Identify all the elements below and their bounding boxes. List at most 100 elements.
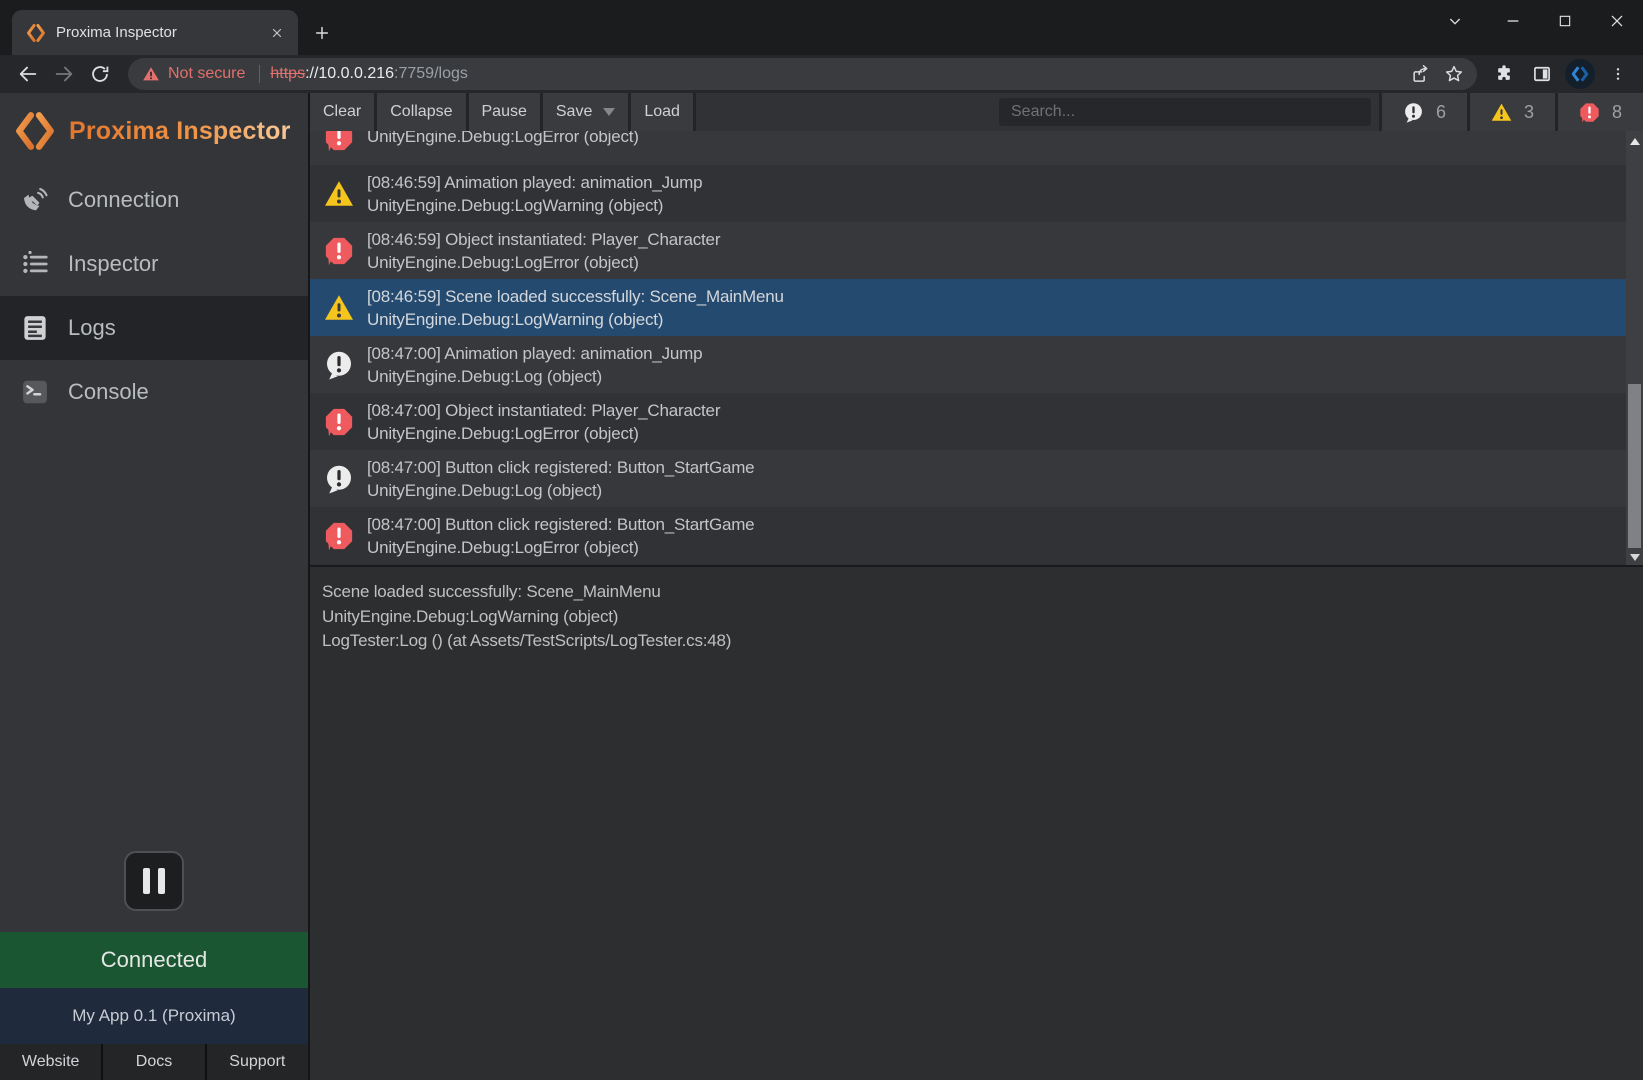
brand: Proxima Inspector — [0, 93, 308, 155]
log-detail-panel: Scene loaded successfully: Scene_MainMen… — [310, 565, 1643, 1080]
close-window-button[interactable] — [1591, 0, 1643, 42]
sidebar-nav: Connection Inspector Logs Console — [0, 168, 308, 424]
detail-line: Scene loaded successfully: Scene_MainMen… — [322, 580, 1631, 605]
browser-window: Proxima Inspector Not secure https://10.… — [0, 0, 1643, 1080]
forward-button[interactable] — [46, 58, 82, 90]
log-message: [08:46:59] Object instantiated: Player_C… — [367, 228, 720, 251]
save-dropdown-caret-icon[interactable] — [603, 108, 615, 116]
error-octagon-icon — [324, 131, 354, 152]
log-list: UnityEngine.Debug:LogError (object) [08:… — [310, 131, 1643, 565]
back-button[interactable] — [10, 58, 46, 90]
warning-triangle-icon — [324, 293, 354, 323]
profile-avatar[interactable] — [1563, 58, 1597, 90]
side-panel-button[interactable] — [1525, 58, 1559, 90]
log-stacktrace: UnityEngine.Debug:Log (object) — [367, 365, 702, 388]
search-input[interactable] — [999, 98, 1371, 126]
favicon-proxima-icon — [26, 23, 46, 43]
maximize-button[interactable] — [1539, 0, 1591, 42]
warning-triangle-icon — [324, 179, 354, 209]
detail-line: UnityEngine.Debug:LogWarning (object) — [322, 605, 1631, 630]
sidebar: Proxima Inspector Connection Inspector L… — [0, 93, 310, 1080]
tab-search-chevron-icon[interactable] — [1429, 0, 1481, 42]
url-text[interactable]: https://10.0.0.216:7759/logs — [270, 65, 1403, 83]
brand-name: Proxima Inspector — [69, 117, 291, 146]
log-entry[interactable]: [08:46:59] Scene loaded successfully: Sc… — [310, 279, 1643, 336]
reload-button[interactable] — [82, 58, 118, 90]
tab-title: Proxima Inspector — [56, 24, 256, 41]
log-entry[interactable]: [08:47:00] Button click registered: Butt… — [310, 507, 1643, 564]
log-stacktrace: UnityEngine.Debug:Log (object) — [367, 479, 754, 502]
info-bubble-icon — [1403, 102, 1424, 123]
sidebar-item-inspector[interactable]: Inspector — [0, 232, 308, 296]
toolbar-spacer — [696, 93, 1379, 131]
terminal-icon — [20, 377, 50, 407]
log-entry[interactable]: UnityEngine.Debug:LogError (object) — [310, 131, 1643, 165]
collapse-button[interactable]: Collapse — [377, 93, 468, 131]
app-content: Proxima Inspector Connection Inspector L… — [0, 93, 1643, 1080]
window-controls — [1429, 0, 1643, 42]
scroll-up-icon[interactable] — [1626, 133, 1643, 149]
url-scheme: https — [270, 65, 305, 82]
warning-triangle-icon — [1491, 102, 1512, 123]
sidebar-item-logs[interactable]: Logs — [0, 296, 308, 360]
log-entry[interactable]: [08:46:59] Object instantiated: Player_C… — [310, 222, 1643, 279]
log-entry[interactable]: [08:47:00] Animation played: animation_J… — [310, 336, 1643, 393]
log-stacktrace: UnityEngine.Debug:LogError (object) — [367, 131, 639, 148]
scrollbar[interactable] — [1626, 131, 1643, 565]
new-tab-button[interactable] — [308, 19, 336, 47]
logs-toolbar: Clear Collapse Pause Save Load 6 3 — [310, 93, 1643, 131]
log-entry[interactable]: [08:47:00] Object instantiated: Player_C… — [310, 393, 1643, 450]
browser-tab[interactable]: Proxima Inspector — [12, 10, 298, 55]
clear-button[interactable]: Clear — [310, 93, 377, 131]
address-bar[interactable]: Not secure https://10.0.0.216:7759/logs — [128, 58, 1477, 90]
log-message: [08:47:00] Animation played: animation_J… — [367, 342, 702, 365]
url-host: ://10.0.0.216 — [305, 65, 394, 82]
warning-count-toggle[interactable]: 3 — [1467, 93, 1555, 131]
satellite-dish-icon — [20, 185, 50, 215]
detail-line: LogTester:Log () (at Assets/TestScripts/… — [322, 629, 1631, 654]
app-info-bar: My App 0.1 (Proxima) — [0, 988, 308, 1044]
minimize-button[interactable] — [1487, 0, 1539, 42]
warning-count: 3 — [1524, 102, 1534, 123]
bookmark-star-button[interactable] — [1437, 59, 1471, 89]
pause-stream-button[interactable] — [124, 851, 184, 911]
log-stacktrace: UnityEngine.Debug:LogWarning (object) — [367, 308, 784, 331]
load-button[interactable]: Load — [631, 93, 696, 131]
sidebar-item-console[interactable]: Console — [0, 360, 308, 424]
log-message: [08:46:59] Scene loaded successfully: Sc… — [367, 285, 784, 308]
sidebar-footer: Website Docs Support — [0, 1044, 308, 1080]
not-secure-warning-icon — [142, 65, 160, 83]
sidebar-item-connection[interactable]: Connection — [0, 168, 308, 232]
tab-close-icon[interactable] — [266, 22, 288, 44]
info-count-toggle[interactable]: 6 — [1379, 93, 1467, 131]
log-stacktrace: UnityEngine.Debug:LogError (object) — [367, 251, 720, 274]
log-stacktrace: UnityEngine.Debug:LogWarning (object) — [367, 194, 702, 217]
log-stacktrace: UnityEngine.Debug:LogError (object) — [367, 422, 720, 445]
error-octagon-icon — [324, 521, 354, 551]
footer-link-docs[interactable]: Docs — [103, 1044, 204, 1080]
url-path: :7759/logs — [394, 65, 468, 82]
menu-kebab-icon[interactable] — [1601, 58, 1635, 90]
log-entry[interactable]: [08:46:59] Animation played: animation_J… — [310, 165, 1643, 222]
status-text: Connected — [101, 947, 207, 973]
error-count-toggle[interactable]: 8 — [1555, 93, 1643, 131]
info-bubble-icon — [324, 350, 354, 380]
log-message: [08:47:00] Object instantiated: Player_C… — [367, 399, 720, 422]
scroll-down-icon[interactable] — [1626, 549, 1643, 565]
proxima-logo-icon — [14, 110, 56, 152]
save-button[interactable]: Save — [543, 93, 631, 131]
not-secure-label[interactable]: Not secure — [168, 65, 245, 83]
extensions-button[interactable] — [1487, 58, 1521, 90]
error-count: 8 — [1612, 102, 1622, 123]
info-count: 6 — [1436, 102, 1446, 123]
log-message: [08:47:00] Button click registered: Butt… — [367, 513, 754, 536]
scrollbar-thumb[interactable] — [1628, 384, 1641, 548]
browser-toolbar: Not secure https://10.0.0.216:7759/logs — [0, 55, 1643, 93]
error-octagon-icon — [324, 236, 354, 266]
log-entry[interactable]: [08:47:00] Button click registered: Butt… — [310, 450, 1643, 507]
connection-status-badge: Connected — [0, 932, 308, 988]
footer-link-website[interactable]: Website — [0, 1044, 101, 1080]
pause-logs-button[interactable]: Pause — [469, 93, 543, 131]
share-button[interactable] — [1403, 59, 1437, 89]
footer-link-support[interactable]: Support — [207, 1044, 308, 1080]
